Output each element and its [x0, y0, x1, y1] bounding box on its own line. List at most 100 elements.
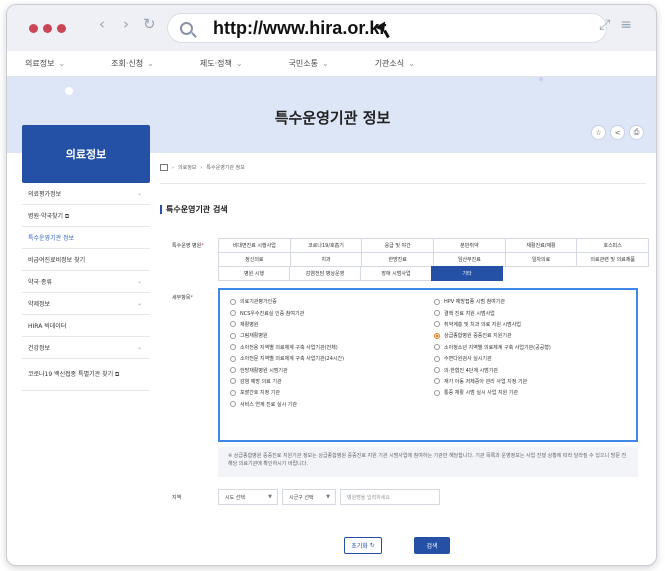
radio-button[interactable] — [230, 389, 236, 396]
window-maximize-dot[interactable] — [57, 24, 66, 33]
top-menu-item-news[interactable]: 기관소식 ⌄ — [375, 58, 415, 69]
detail-option-label: 취약계층 및 치과 의료 지원 시범사업 — [444, 321, 521, 328]
top-menu-item-policy[interactable]: 제도·정책 ⌄ — [200, 58, 243, 69]
top-menu-item-medical-info[interactable]: 의료정보 ⌄ — [25, 58, 65, 69]
type-grid: 비대면진료 시행사업 코로나19/호흡기 응급 및 야간 분만취약 재활진료/재… — [218, 238, 650, 281]
hospital-name-input[interactable]: 병원명을 입력하세요 — [340, 489, 440, 505]
detail-option[interactable]: 재활병원 — [230, 319, 426, 330]
radio-button[interactable] — [230, 344, 236, 351]
radio-button[interactable] — [230, 321, 236, 328]
detail-option-label: HPV 예방접종 시범 참여기관 — [444, 299, 505, 306]
sidebar-item-drug-info[interactable]: 약제정보 ⌄ — [22, 293, 150, 315]
detail-options-box: 의료기관평가인증 NCS우수진료실 인증 참여기관 재활병원 그림재활병원 소아… — [218, 288, 638, 442]
detail-option[interactable]: 취약계층 및 치과 의료 지원 시범사업 — [434, 319, 630, 330]
type-option[interactable]: 치과 — [289, 252, 363, 267]
radio-button[interactable] — [230, 401, 236, 408]
back-arrow-icon[interactable]: ‹ — [99, 15, 105, 33]
top-menu-item-communication[interactable]: 국민소통 ⌄ — [289, 58, 329, 69]
radio-button[interactable] — [230, 367, 236, 374]
type-label: 특수운영 병원* — [172, 242, 204, 249]
detail-option-selected[interactable]: 상급종합병원 중증진료 지원기관 — [434, 330, 630, 341]
region-label: 지역 — [172, 495, 182, 501]
radio-button[interactable] — [230, 310, 236, 317]
detail-column-left: 의료기관평가인증 NCS우수진료실 인증 참여기관 재활병원 그림재활병원 소아… — [230, 296, 426, 410]
detail-option[interactable]: 소아전문 지역별 의료체계 구축 사업기관(24시간) — [230, 353, 426, 364]
type-option[interactable]: 장애 시범사업 — [360, 266, 432, 281]
detail-option-label: 의료기관평가인증 — [240, 299, 277, 306]
print-icon[interactable]: ⎙ — [629, 125, 644, 140]
type-option[interactable]: 재활진료/재활 — [504, 238, 578, 253]
radio-button[interactable] — [434, 298, 440, 305]
detail-option[interactable]: 한방재활병원 시범기관 — [230, 364, 426, 375]
type-option[interactable]: 분만취약 — [433, 238, 506, 253]
detail-option[interactable]: 서비스 연계 진료 실시 기관 — [230, 399, 426, 410]
sidebar-item-covid-vaccine[interactable]: 코로나19 백신접종 특별기관 찾기 ⧉ — [22, 359, 150, 391]
radio-button[interactable] — [434, 355, 440, 362]
type-option[interactable]: 의료관련 및 의료제품 — [576, 252, 650, 267]
type-option[interactable]: 병원 시행 — [218, 266, 290, 281]
detail-option[interactable]: 의·한협진 4단계 시범기관 — [434, 364, 630, 375]
sidebar-item-evaluation[interactable]: 의료평가정보 ⌄ — [22, 183, 150, 205]
detail-option-label: 소아전문 지역별 의료체계 구축 사업기관(24시간) — [240, 356, 345, 363]
detail-option[interactable]: NCS우수진료실 인증 참여기관 — [230, 307, 426, 318]
detail-option[interactable]: 수면다원검사 실시기관 — [434, 353, 630, 364]
sido-select[interactable]: 시도 선택 ▼ — [218, 489, 278, 505]
detail-option[interactable]: 결핵 진료 지원 시범사업 — [434, 307, 630, 318]
detail-option-label: 감염 예방 의료 기관 — [240, 378, 282, 385]
chevron-down-icon: ⌄ — [136, 278, 142, 285]
top-menu-item-lookup[interactable]: 조회·신청 ⌄ — [111, 58, 154, 69]
chevron-down-icon: ⌄ — [136, 300, 142, 307]
radio-button[interactable] — [434, 344, 440, 351]
sidebar-item-pharmacy-types[interactable]: 약국·종류 ⌄ — [22, 271, 150, 293]
type-option[interactable]: 정신의료 — [218, 252, 291, 267]
radio-button[interactable] — [230, 298, 236, 305]
type-option[interactable]: 임산부진료 — [433, 252, 506, 267]
detail-option[interactable]: 포괄간호 지정 기관 — [230, 387, 426, 398]
search-button[interactable]: 검색 — [414, 537, 450, 554]
reload-icon[interactable]: ↻ — [143, 15, 156, 33]
sidebar-item-special-institutions[interactable]: 특수운영기관 정보 — [22, 227, 150, 249]
radio-button[interactable] — [230, 355, 236, 362]
sigungu-select[interactable]: 시군구 선택 ▼ — [282, 489, 336, 505]
browser-menu-icons[interactable]: ⤢≡ — [599, 17, 642, 33]
forward-arrow-icon[interactable]: › — [123, 15, 129, 33]
detail-option[interactable]: 그림재활병원 — [230, 330, 426, 341]
reset-button[interactable]: 초기화 ↻ — [344, 537, 382, 554]
type-option[interactable]: 코로나19/호흡기 — [289, 238, 363, 253]
detail-option[interactable]: 소아청소년 지역별 의료체계 구축 사업기관(공공형) — [434, 342, 630, 353]
type-option[interactable]: 일차의료 — [504, 252, 578, 267]
type-option-selected[interactable]: 기타 — [431, 266, 503, 281]
type-option[interactable]: 감염전담 병상운영 — [289, 266, 361, 281]
sidebar-item-find-hospital[interactable]: 병원·약국찾기 ⧉ — [22, 205, 150, 227]
sidebar-item-health-info[interactable]: 건강정보 ⌄ — [22, 337, 150, 359]
star-icon[interactable]: ☆ — [591, 125, 606, 140]
share-icon[interactable]: < — [610, 125, 625, 140]
detail-option[interactable]: HPV 예방접종 시범 참여기관 — [434, 296, 630, 307]
detail-option-label: 그림재활병원 — [240, 333, 268, 340]
radio-button[interactable] — [434, 378, 440, 385]
breadcrumb-item[interactable]: 의료정보 — [178, 164, 196, 171]
detail-option[interactable]: 감염 예방 의료 기관 — [230, 376, 426, 387]
sidebar-item-label: 약제정보 — [28, 301, 51, 308]
radio-button[interactable] — [434, 389, 440, 396]
type-option[interactable]: 호스피스 — [576, 238, 650, 253]
window-close-dot[interactable] — [29, 24, 38, 33]
radio-button[interactable] — [434, 310, 440, 317]
window-minimize-dot[interactable] — [43, 24, 52, 33]
radio-button-checked[interactable] — [434, 332, 440, 339]
chevron-down-icon: ⌄ — [235, 59, 243, 68]
detail-option[interactable]: 재가 아동 저체중아 관리 사업 지정 기관 — [434, 376, 630, 387]
radio-button[interactable] — [230, 332, 236, 339]
type-option[interactable]: 비대면진료 시행사업 — [218, 238, 291, 253]
detail-option[interactable]: 의료기관평가인증 — [230, 296, 426, 307]
sidebar-item-non-covered-fees[interactable]: 비급여진료비정보 찾기 — [22, 249, 150, 271]
radio-button[interactable] — [434, 367, 440, 374]
type-option[interactable]: 한방진료 — [361, 252, 435, 267]
home-icon[interactable] — [160, 164, 168, 171]
sidebar-item-big-data[interactable]: HIRA 빅데이터 — [22, 315, 150, 337]
radio-button[interactable] — [230, 378, 236, 385]
detail-option[interactable]: 통증 재활 시범 실시 사업 지원 기관 — [434, 387, 630, 398]
detail-option[interactable]: 소아전용 지역별 의료체계 구축 사업기관(전체) — [230, 342, 426, 353]
type-option[interactable]: 응급 및 야간 — [361, 238, 435, 253]
radio-button[interactable] — [434, 321, 440, 328]
